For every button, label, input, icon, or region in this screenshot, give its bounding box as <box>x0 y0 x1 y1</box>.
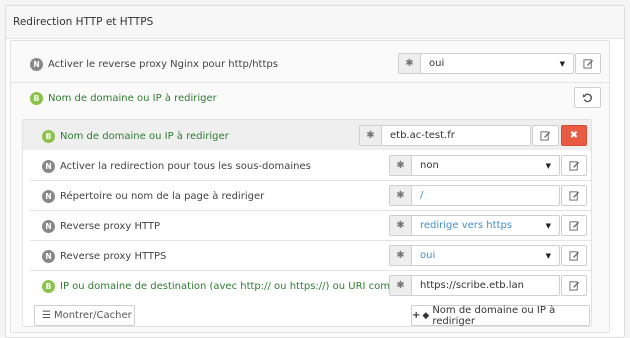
subdomains-edit-button[interactable] <box>561 155 587 176</box>
asterisk-icon: ✱ <box>390 246 412 265</box>
caret-down-icon: ▼ <box>559 59 565 68</box>
normal-mode-badge: N <box>42 159 55 173</box>
caret-down-icon: ▼ <box>545 221 551 230</box>
edit-icon <box>568 280 580 291</box>
basic-mode-badge: B <box>42 129 55 143</box>
activate-proxy-select[interactable]: ✱ oui ▼ <box>398 53 574 74</box>
row-subdomains: N Activer la redirection pour tous les s… <box>42 159 311 173</box>
panel-title: Redirection HTTP et HTTPS <box>6 6 624 39</box>
reset-button[interactable] <box>574 87 601 108</box>
asterisk-icon: ✱ <box>399 54 421 73</box>
proxy-https-label: Reverse proxy HTTPS <box>60 250 167 262</box>
domain-label: Nom de domaine ou IP à rediriger <box>60 130 229 142</box>
divider <box>30 210 591 211</box>
caret-down-icon: ▼ <box>545 161 551 170</box>
normal-mode-badge: N <box>42 219 55 233</box>
activate-proxy-value: oui <box>429 58 445 69</box>
toggle-show-hide-label: Montrer/Cacher <box>53 310 132 321</box>
domain-input[interactable]: ✱ etb.ac-test.fr <box>359 125 531 146</box>
normal-mode-badge: N <box>30 57 43 71</box>
asterisk-icon: ✱ <box>360 126 382 145</box>
destination-value: https://scribe.etb.lan <box>420 280 524 291</box>
toggle-show-hide-button[interactable]: ☰ Montrer/Cacher <box>34 305 135 326</box>
edit-icon <box>568 190 580 201</box>
delete-entry-button[interactable]: ✖ <box>561 125 587 146</box>
asterisk-icon: ✱ <box>390 156 412 175</box>
basic-mode-badge: B <box>42 279 55 293</box>
page-label: Répertoire ou nom de la page à rediriger <box>60 190 265 202</box>
edit-icon <box>568 250 580 261</box>
subdomains-select[interactable]: ✱ non ▼ <box>389 155 560 176</box>
proxy-https-edit-button[interactable] <box>561 245 587 266</box>
edit-icon <box>568 220 580 231</box>
row-destination: B IP ou domaine de destination (avec htt… <box>42 279 415 293</box>
basic-mode-badge: B <box>30 91 43 105</box>
normal-mode-badge: N <box>42 249 55 263</box>
asterisk-icon: ✱ <box>390 186 412 205</box>
page-value: / <box>420 190 424 201</box>
divider <box>30 270 591 271</box>
destination-edit-button[interactable] <box>561 275 587 296</box>
row-activate-proxy: N Activer le reverse proxy Nginx pour ht… <box>30 57 278 71</box>
domain-edit-button[interactable] <box>532 125 559 146</box>
list-icon: ☰ <box>42 310 51 321</box>
asterisk-icon: ✱ <box>390 216 412 235</box>
subdomains-value: non <box>420 160 439 171</box>
normal-mode-badge: N <box>42 189 55 203</box>
proxy-http-label: Reverse proxy HTTP <box>60 220 161 232</box>
row-page: N Répertoire ou nom de la page à redirig… <box>42 189 264 203</box>
row-proxy-http: N Reverse proxy HTTP <box>42 219 160 233</box>
subdomains-label: Activer la redirection pour tous les sou… <box>60 160 311 172</box>
edit-icon <box>540 130 551 141</box>
page-edit-button[interactable] <box>561 185 587 206</box>
proxy-http-value: redirige vers https <box>420 220 513 231</box>
divider <box>11 82 609 83</box>
activate-proxy-edit-button[interactable] <box>575 53 601 74</box>
add-domain-button[interactable]: + ◆ Nom de domaine ou IP à rediriger <box>411 304 590 327</box>
close-icon: ✖ <box>569 130 579 141</box>
asterisk-icon: ✱ <box>390 276 412 295</box>
caret-down-icon: ▼ <box>545 251 551 260</box>
proxy-http-edit-button[interactable] <box>561 215 587 236</box>
proxy-http-select[interactable]: ✱ redirige vers https ▼ <box>389 215 560 236</box>
divider <box>30 240 591 241</box>
edit-icon <box>568 160 580 171</box>
plus-icon: + <box>412 310 421 321</box>
destination-input[interactable]: ✱ https://scribe.etb.lan <box>389 275 560 296</box>
undo-icon <box>582 92 593 103</box>
proxy-https-select[interactable]: ✱ oui ▼ <box>389 245 560 266</box>
row-domain: B Nom de domaine ou IP à rediriger <box>42 129 229 143</box>
page-input[interactable]: ✱ / <box>389 185 560 206</box>
domain-value: etb.ac-test.fr <box>390 130 455 141</box>
tag-icon: ◆ <box>422 310 430 321</box>
divider <box>30 180 591 181</box>
add-domain-label: Nom de domaine ou IP à rediriger <box>432 304 556 327</box>
group-label: Nom de domaine ou IP à rediriger <box>48 92 217 104</box>
group-header: B Nom de domaine ou IP à rediriger <box>30 91 217 105</box>
proxy-https-value: oui <box>420 250 436 261</box>
row-proxy-https: N Reverse proxy HTTPS <box>42 249 166 263</box>
destination-label: IP ou domaine de destination (avec http:… <box>60 280 416 292</box>
activate-proxy-label: Activer le reverse proxy Nginx pour http… <box>48 58 278 70</box>
edit-icon <box>582 58 594 69</box>
